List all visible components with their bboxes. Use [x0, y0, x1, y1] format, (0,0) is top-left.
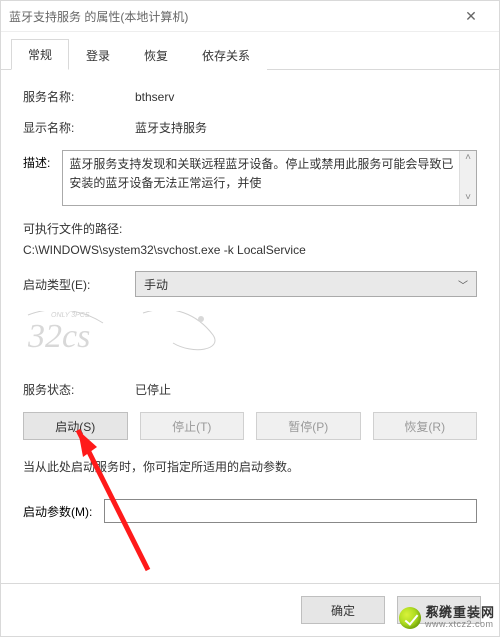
button-label: 确定: [331, 602, 355, 619]
startup-type-label: 启动类型(E):: [23, 276, 123, 293]
exe-path-block: 可执行文件的路径: C:\WINDOWS\system32\svchost.ex…: [23, 220, 477, 257]
startup-type-value: 手动: [144, 276, 168, 293]
tab-label: 登录: [86, 49, 110, 63]
svg-text:ONLY 3PCS: ONLY 3PCS: [51, 312, 90, 319]
description-text: 蓝牙服务支持发现和关联远程蓝牙设备。停止或禁用此服务可能会导致已安装的蓝牙设备无…: [69, 157, 453, 190]
button-label: 启动(S): [55, 418, 95, 435]
status-label: 服务状态:: [23, 381, 123, 398]
status-row: 服务状态: 已停止: [23, 381, 477, 398]
tab-general[interactable]: 常规: [11, 39, 69, 70]
start-params-label: 启动参数(M):: [23, 503, 92, 520]
tab-strip: 常规 登录 恢复 依存关系: [1, 32, 499, 70]
service-name-row: 服务名称: bthserv: [23, 88, 477, 105]
button-label: 取消: [427, 602, 451, 619]
tab-label: 常规: [28, 48, 52, 62]
tab-content-general: 服务名称: bthserv 显示名称: 蓝牙支持服务 描述: 蓝牙服务支持发现和…: [1, 70, 499, 583]
status-value: 已停止: [135, 381, 171, 398]
chevron-down-icon: ﹀: [458, 277, 468, 292]
service-name-label: 服务名称:: [23, 88, 123, 105]
service-control-buttons: 启动(S) 停止(T) 暂停(P) 恢复(R): [23, 412, 477, 440]
scroll-up-icon: ˄: [465, 151, 471, 165]
tab-dependencies[interactable]: 依存关系: [185, 40, 267, 70]
start-params-input[interactable]: [104, 499, 477, 523]
description-label: 描述:: [23, 150, 50, 171]
startup-type-row: 启动类型(E): 手动 ﹀: [23, 271, 477, 297]
window-title: 蓝牙支持服务 的属性(本地计算机): [9, 8, 188, 25]
startup-type-combobox[interactable]: 手动 ﹀: [135, 271, 477, 297]
description-row: 描述: 蓝牙服务支持发现和关联远程蓝牙设备。停止或禁用此服务可能会导致已安装的蓝…: [23, 150, 477, 206]
title-bar: 蓝牙支持服务 的属性(本地计算机) ✕: [1, 1, 499, 32]
tab-logon[interactable]: 登录: [69, 40, 127, 70]
close-icon: ✕: [465, 8, 477, 25]
description-scrollbar[interactable]: ˄ ˅: [459, 151, 476, 205]
start-params-hint: 当从此处启动服务时，你可指定所适用的启动参数。: [23, 458, 477, 475]
start-button[interactable]: 启动(S): [23, 412, 128, 440]
display-name-label: 显示名称:: [23, 119, 123, 136]
ok-button[interactable]: 确定: [301, 596, 385, 624]
button-label: 暂停(P): [288, 418, 328, 435]
tab-label: 恢复: [144, 49, 168, 63]
resume-button: 恢复(R): [373, 412, 478, 440]
tab-recovery[interactable]: 恢复: [127, 40, 185, 70]
button-label: 停止(T): [172, 418, 211, 435]
service-name-value: bthserv: [135, 90, 174, 104]
properties-dialog: 蓝牙支持服务 的属性(本地计算机) ✕ 常规 登录 恢复 依存关系 服务名称: …: [0, 0, 500, 637]
display-name-value: 蓝牙支持服务: [135, 119, 207, 136]
cancel-button[interactable]: 取消: [397, 596, 481, 624]
exe-path-value: C:\WINDOWS\system32\svchost.exe -k Local…: [23, 243, 477, 257]
pause-button: 暂停(P): [256, 412, 361, 440]
close-button[interactable]: ✕: [451, 1, 491, 31]
decorative-watermark: 32cs ONLY 3PCS: [23, 311, 477, 367]
display-name-row: 显示名称: 蓝牙支持服务: [23, 119, 477, 136]
start-params-row: 启动参数(M):: [23, 499, 477, 523]
button-label: 恢复(R): [404, 418, 445, 435]
dialog-footer: 确定 取消: [1, 583, 499, 636]
description-textbox[interactable]: 蓝牙服务支持发现和关联远程蓝牙设备。停止或禁用此服务可能会导致已安装的蓝牙设备无…: [62, 150, 477, 206]
exe-path-label: 可执行文件的路径:: [23, 220, 477, 237]
tab-label: 依存关系: [202, 49, 250, 63]
stop-button: 停止(T): [140, 412, 245, 440]
scroll-down-icon: ˅: [465, 191, 471, 205]
svg-text:32cs: 32cs: [27, 318, 90, 355]
